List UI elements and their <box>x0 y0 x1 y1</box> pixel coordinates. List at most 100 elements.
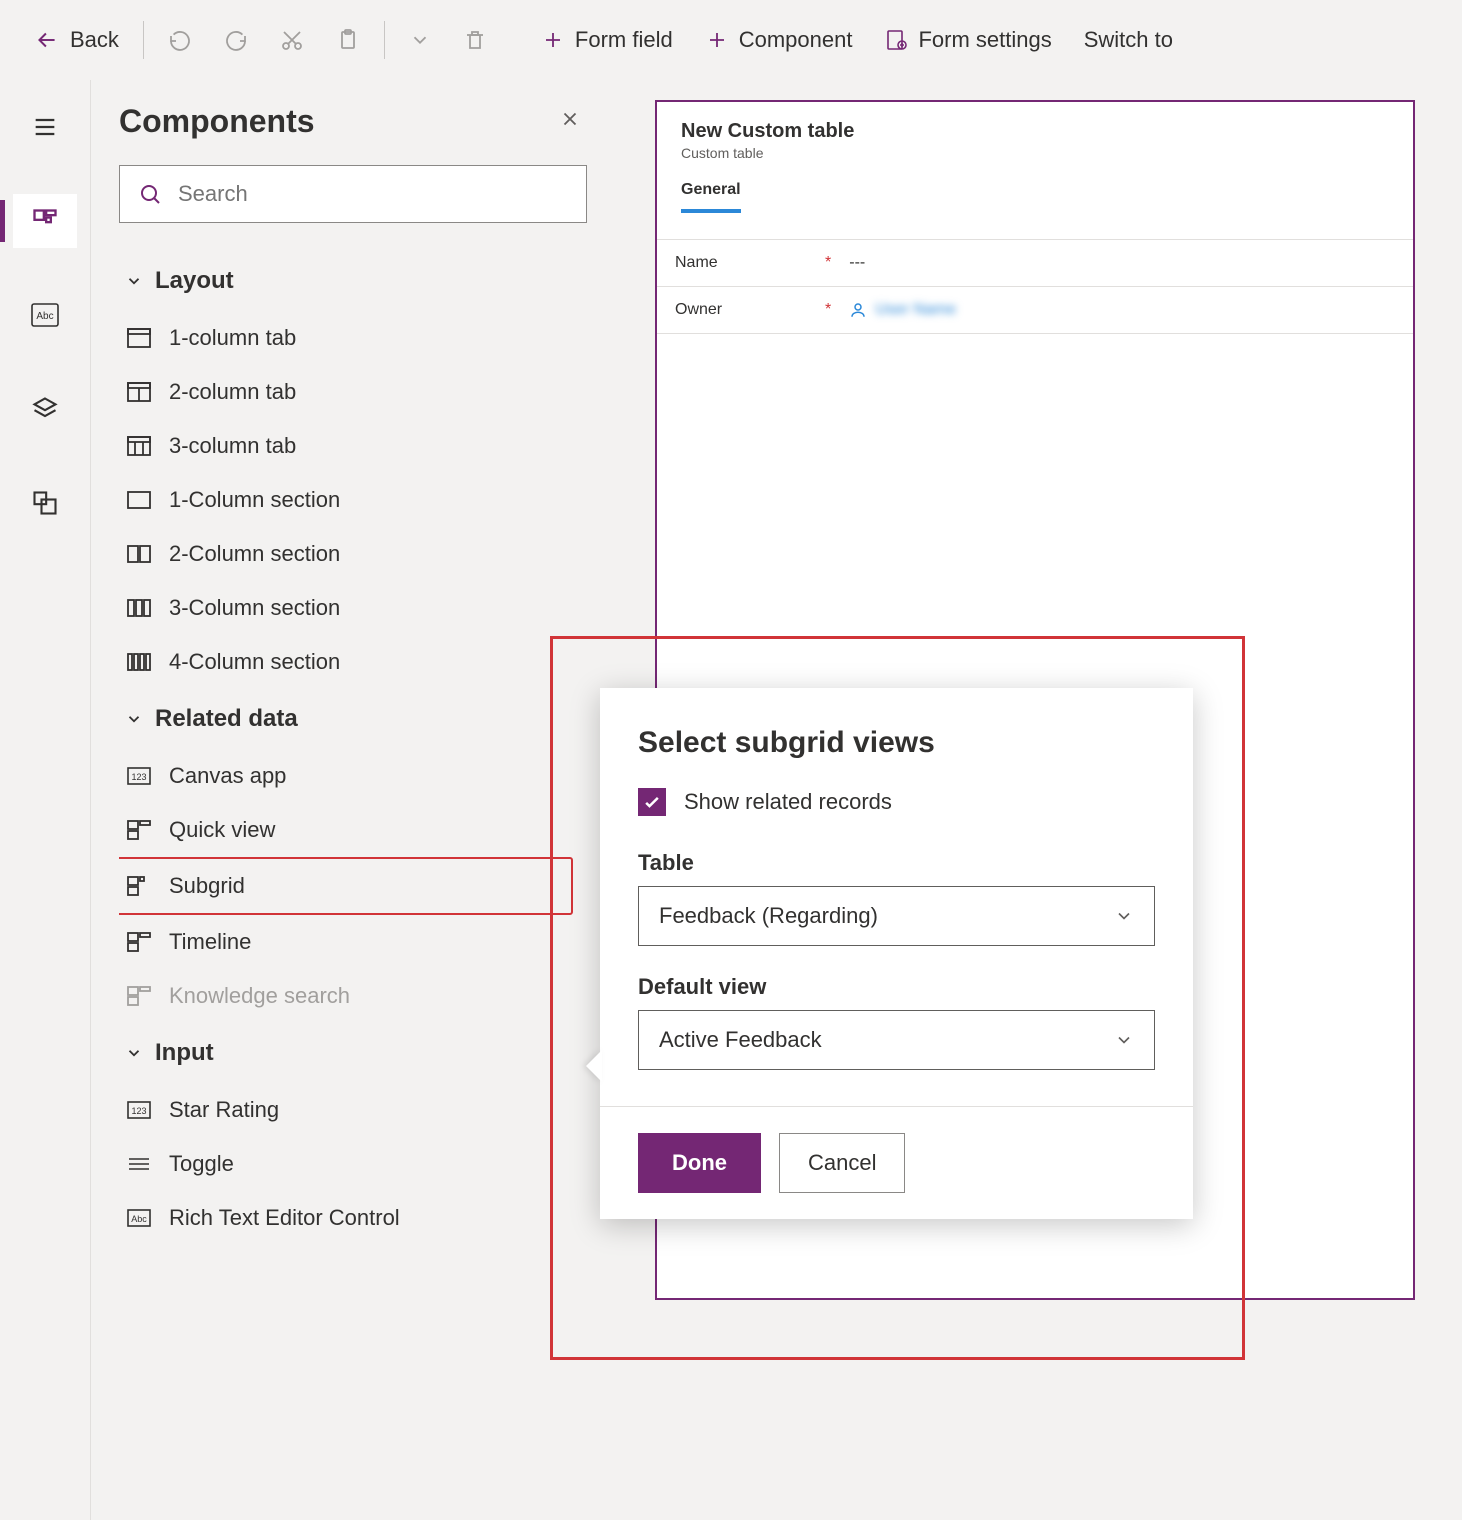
item-timeline[interactable]: Timeline <box>119 915 573 969</box>
rail-library[interactable] <box>13 476 77 530</box>
arrow-left-icon <box>34 27 60 53</box>
tab2-icon <box>125 382 153 402</box>
table-value: Feedback (Regarding) <box>659 903 878 929</box>
svg-text:123: 123 <box>131 772 146 782</box>
show-related-checkbox[interactable] <box>638 788 666 816</box>
item-3-column-tab[interactable]: 3-column tab <box>119 419 573 473</box>
component-label: Component <box>739 27 853 53</box>
form-settings-icon <box>884 28 908 52</box>
search-input[interactable] <box>176 180 568 208</box>
form-settings-label: Form settings <box>918 27 1051 53</box>
chevron-down-icon <box>1114 1030 1134 1050</box>
owner-value: User Name <box>875 301 956 319</box>
sec1-icon <box>125 491 153 509</box>
done-button[interactable]: Done <box>638 1133 761 1193</box>
rail-fields[interactable]: Abc <box>13 288 77 342</box>
layers-icon <box>31 395 59 423</box>
item-star-rating[interactable]: 123Star Rating <box>119 1083 573 1137</box>
item-knowledge-search: Knowledge search <box>119 969 573 1023</box>
required-icon: * <box>825 301 831 319</box>
library-icon <box>31 489 59 517</box>
plus-icon <box>541 28 565 52</box>
form-section: Name * --- Owner * User Name <box>657 239 1413 334</box>
chevron-down-icon <box>125 1044 143 1062</box>
separator <box>143 21 144 59</box>
redo-icon <box>224 28 248 52</box>
switch-label: Switch to <box>1084 27 1173 53</box>
item-subgrid[interactable]: Subgrid <box>119 857 573 915</box>
component-button[interactable]: Component <box>691 19 867 61</box>
paste-button[interactable] <box>322 20 374 60</box>
more-button[interactable] <box>395 21 445 59</box>
plus-icon <box>705 28 729 52</box>
item-1-column-tab[interactable]: 1-column tab <box>119 311 573 365</box>
group-layout[interactable]: Layout <box>119 251 573 311</box>
table-select[interactable]: Feedback (Regarding) <box>638 886 1155 946</box>
name-value: --- <box>849 254 865 272</box>
item-1-column-section[interactable]: 1-Column section <box>119 473 573 527</box>
chevron-down-icon <box>1114 906 1134 926</box>
subgrid-icon <box>125 876 153 896</box>
components-panel: Components Layout 1-column tab 2-column … <box>90 80 615 1520</box>
search-icon <box>138 182 162 206</box>
hamburger-icon <box>31 113 59 141</box>
cut-button[interactable] <box>266 20 318 60</box>
item-canvas-app[interactable]: 123Canvas app <box>119 749 573 803</box>
name-label: Name <box>675 254 825 272</box>
canvas-icon: 123 <box>125 767 153 785</box>
undo-icon <box>168 28 192 52</box>
item-toggle[interactable]: Toggle <box>119 1137 573 1191</box>
sec2-icon <box>125 545 153 563</box>
paste-icon <box>336 28 360 52</box>
svg-text:Abc: Abc <box>36 311 53 322</box>
cut-icon <box>280 28 304 52</box>
item-2-column-tab[interactable]: 2-column tab <box>119 365 573 419</box>
rail-hamburger[interactable] <box>13 100 77 154</box>
redo-button[interactable] <box>210 20 262 60</box>
toggle-icon <box>125 1155 153 1173</box>
group-layout-label: Layout <box>155 267 234 295</box>
group-input[interactable]: Input <box>119 1023 573 1083</box>
knowledge-icon <box>125 986 153 1006</box>
form-field-button[interactable]: Form field <box>527 19 687 61</box>
item-3-column-section[interactable]: 3-Column section <box>119 581 573 635</box>
sec3-icon <box>125 599 153 617</box>
owner-label: Owner <box>675 301 825 319</box>
form-settings-button[interactable]: Form settings <box>870 19 1065 61</box>
form-tab-general[interactable]: General <box>681 169 741 213</box>
form-field-label: Form field <box>575 27 673 53</box>
subgrid-popup: Select subgrid views Show related record… <box>600 688 1193 1219</box>
cancel-button[interactable]: Cancel <box>779 1133 905 1193</box>
delete-button[interactable] <box>449 20 501 60</box>
rail-tree[interactable] <box>13 382 77 436</box>
item-2-column-section[interactable]: 2-Column section <box>119 527 573 581</box>
rail-components[interactable] <box>13 194 77 248</box>
abc-icon: Abc <box>31 303 59 327</box>
group-related[interactable]: Related data <box>119 689 573 749</box>
tab3-icon <box>125 436 153 456</box>
close-icon <box>559 108 581 130</box>
item-richtext[interactable]: AbcRich Text Editor Control <box>119 1191 573 1245</box>
quickview-icon <box>125 820 153 840</box>
close-button[interactable] <box>553 100 587 143</box>
left-rail: Abc <box>0 80 90 1520</box>
back-button[interactable]: Back <box>20 19 133 61</box>
item-quick-view[interactable]: Quick view <box>119 803 573 857</box>
switch-button[interactable]: Switch to <box>1070 19 1187 61</box>
row-owner[interactable]: Owner * User Name <box>657 287 1413 334</box>
check-icon <box>642 792 662 812</box>
components-tree[interactable]: Layout 1-column tab 2-column tab 3-colum… <box>119 251 587 1491</box>
star-icon: 123 <box>125 1101 153 1119</box>
panel-title: Components <box>119 103 315 140</box>
row-name[interactable]: Name * --- <box>657 240 1413 287</box>
components-icon <box>31 207 59 235</box>
item-4-column-section[interactable]: 4-Column section <box>119 635 573 689</box>
separator <box>384 21 385 59</box>
undo-button[interactable] <box>154 20 206 60</box>
search-input-wrapper[interactable] <box>119 165 587 223</box>
required-icon: * <box>825 254 831 272</box>
form-title: New Custom table <box>681 120 1389 143</box>
view-select[interactable]: Active Feedback <box>638 1010 1155 1070</box>
back-label: Back <box>70 27 119 53</box>
top-toolbar: Back Form field Component Form settings … <box>0 0 1462 80</box>
